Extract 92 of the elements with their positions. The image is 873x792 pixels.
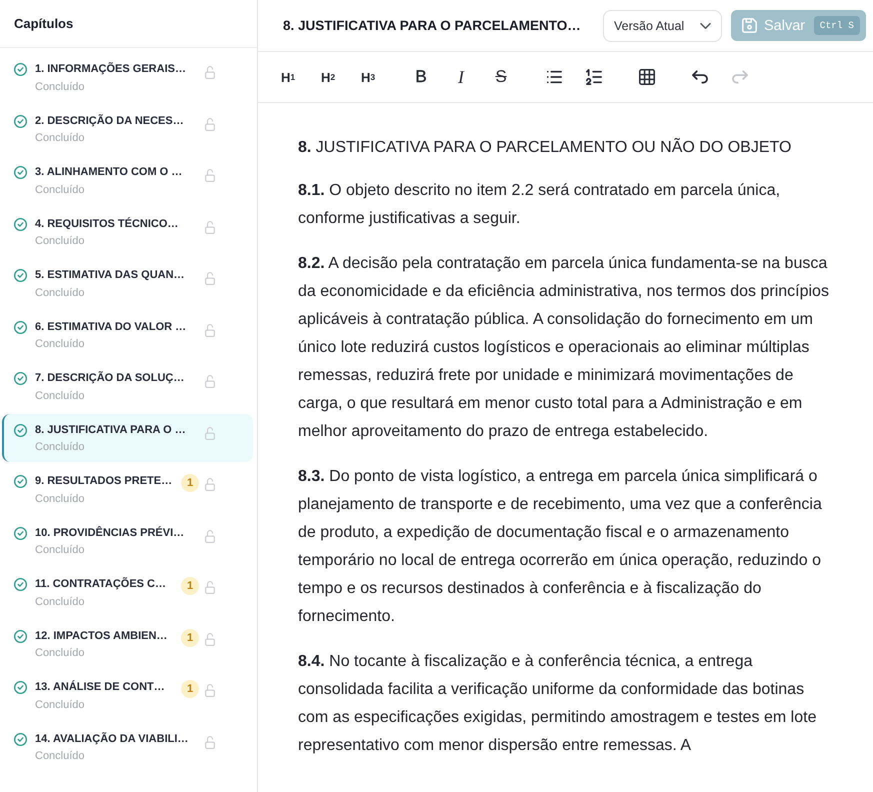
padlock-icon — [205, 530, 215, 542]
chapter-item[interactable]: 5. ESTIMATIVA DAS QUAN… Concluído — [2, 259, 253, 307]
chapter-title: 11. CONTRATAÇÕES C… — [35, 576, 167, 592]
chapter-item[interactable]: 12. IMPACTOS AMBIEN… Concluído 1 — [2, 620, 253, 668]
padlock-icon — [205, 632, 215, 646]
padlock-icon — [205, 220, 215, 234]
padlock-icon — [205, 66, 215, 79]
count-badge: 1 — [181, 680, 199, 698]
sidebar-title: Capítulos — [14, 16, 74, 31]
padlock-icon — [205, 118, 215, 130]
paragraph: 8.2. A decisão pela contratação em parcela única fundamenta-se na busca da economicidade e da eficiência administrativa, nos termos dos princípios aplicáveis à contratação pública. A consolidação do fornecimento em um único lote reduzirá custos logísticos e operacionais ao eliminar múltiplas remessas, reduzirá frete por unidade e minimizará movimentações de carga, o que resultará em menor custo total para a Administração e em melhor aproveitamento do prazo de entrega estabelecido. — [298, 254, 830, 442]
padlock-icon — [205, 736, 215, 748]
chapter-item[interactable]: 6. ESTIMATIVA DO VALOR … Concluído — [2, 310, 253, 358]
chapter-title: 10. PROVIDÊNCIAS PRÉVI… — [35, 525, 186, 540]
padlock-icon — [205, 169, 215, 182]
count-badge: 1 — [181, 628, 199, 646]
chapter-status: Concluído — [35, 337, 86, 352]
chapter-title: 5. ESTIMATIVA DAS QUAN… — [35, 268, 186, 283]
chevron-down-icon — [700, 22, 711, 28]
chapter-title: 12. IMPACTOS AMBIEN… — [35, 628, 168, 644]
chapter-status: Concluído — [35, 646, 86, 661]
chapter-item[interactable]: 2. DESCRIÇÃO DA NECES… Concluído — [2, 104, 253, 152]
redo-icon — [732, 69, 748, 85]
chapter-title: 4. REQUISITOS TÉCNICO… — [35, 216, 180, 232]
chapter-title: 6. ESTIMATIVA DO VALOR … — [35, 320, 188, 334]
shortcut-key: Ctrl S — [814, 16, 860, 35]
chapter-item[interactable]: 7. DESCRIÇÃO DA SOLUÇ… Concluído — [2, 362, 253, 410]
bold-button[interactable]: B — [406, 62, 436, 92]
chapter-item[interactable]: 1. INFORMAÇÕES GERAIS… Concluído — [2, 53, 253, 101]
chapter-status: Concluído — [35, 286, 86, 300]
chapter-item[interactable]: 3. ALINHAMENTO COM O … Concluído — [2, 156, 253, 204]
padlock-icon — [205, 581, 215, 594]
check-circle-icon — [14, 630, 27, 642]
chapter-title: 14. AVALIAÇÃO DA VIABILI… — [35, 731, 190, 746]
check-circle-icon — [14, 475, 27, 488]
document-title: 8. JUSTIFICATIVA PARA O PARCELAMENTO… — [283, 18, 582, 33]
padlock-icon — [205, 684, 215, 697]
chapter-item[interactable]: 11. CONTRATAÇÕES C… Concluído 1 — [2, 568, 253, 616]
check-circle-icon — [14, 526, 27, 540]
check-circle-icon — [14, 114, 27, 128]
chapter-item[interactable]: 10. PROVIDÊNCIAS PRÉVI… Concluído — [2, 516, 253, 564]
chapter-status: Concluído — [35, 594, 86, 610]
document-heading: 8. JUSTIFICATIVA PARA O PARCELAMENTO OU NÃO DO OBJETO — [298, 137, 792, 158]
chapter-status: Concluído — [35, 440, 86, 455]
chapter-item[interactable]: 9. RESULTADOS PRETE… Concluído 1 — [2, 465, 253, 513]
chapter-status: Concluído — [35, 698, 86, 712]
chapter-title: 13. ANÁLISE DE CONT… — [35, 679, 166, 695]
padlock-icon — [205, 426, 215, 440]
count-badge: 1 — [181, 577, 199, 595]
padlock-icon — [205, 478, 215, 491]
chapter-item[interactable]: 13. ANÁLISE DE CONT… Concluído 1 — [2, 671, 253, 719]
padlock-icon — [205, 272, 215, 285]
paragraph: 8.1. O objeto descrito no item 2.2 será contratado em parcela única, conforme justificativas a seguir. — [298, 181, 782, 229]
chapter-status: Concluído — [35, 388, 86, 404]
chapter-title: 1. INFORMAÇÕES GERAIS… — [35, 61, 187, 77]
chapter-status: Concluído — [35, 131, 86, 146]
check-circle-icon — [14, 269, 27, 282]
check-circle-icon — [14, 424, 27, 436]
chapter-status: Concluído — [35, 543, 86, 558]
chapter-status: Concluído — [35, 80, 86, 94]
chapter-status: Concluído — [35, 182, 86, 198]
bullet-list-icon — [546, 69, 562, 85]
chapter-title: 7. DESCRIÇÃO DA SOLUÇ… — [35, 370, 186, 386]
check-circle-icon — [14, 372, 27, 385]
chapter-item[interactable]: 4. REQUISITOS TÉCNICO… Concluído — [2, 208, 253, 256]
check-circle-icon — [14, 320, 27, 334]
chapter-title: 9. RESULTADOS PRETE… — [35, 474, 174, 489]
numbered-list-icon — [586, 69, 602, 85]
table-icon — [639, 69, 655, 85]
undo-icon — [692, 69, 708, 85]
chapter-status: Concluído — [35, 749, 86, 764]
chapter-item[interactable]: 8. JUSTIFICATIVA PARA O … Concluído — [2, 414, 253, 462]
paragraph: 8.4. No tocante à fiscalização e à conferência técnica, a entrega consolidada facilita a verificação uniforme da conformidade das botinas com as especificações exigidas, permitindo amostragem e testes em lote representativo com menor dispersão entre remessas. A — [298, 652, 818, 756]
chapter-title: 8. JUSTIFICATIVA PARA O … — [35, 422, 187, 438]
padlock-icon — [205, 324, 215, 336]
chapter-title: 2. DESCRIÇÃO DA NECES… — [35, 113, 185, 128]
check-circle-icon — [14, 681, 27, 694]
count-badge: 1 — [181, 474, 199, 492]
check-circle-icon — [14, 578, 27, 591]
italic-button[interactable]: I — [446, 62, 476, 92]
padlock-icon — [205, 375, 215, 388]
check-circle-icon — [14, 218, 27, 230]
chapter-status: Concluído — [35, 234, 86, 249]
version-select[interactable]: Versão Atual — [603, 10, 722, 42]
paragraph: 8.3. Do ponto de vista logístico, a entrega em parcela única simplificará o planejamento de transporte e de recebimento, uma vez que a conferência de produto, a expedição de documentação fiscal e o armazenamento temporário no local de entrega ocorrerão em única operação, reduzindo o tempo e os recursos destinados à conferência e à fiscalização do fornecimento. — [298, 467, 823, 627]
chapter-title: 3. ALINHAMENTO COM O … — [35, 165, 184, 180]
check-circle-icon — [14, 63, 27, 76]
chapter-status: Concluído — [35, 492, 86, 506]
check-circle-icon — [14, 166, 27, 179]
check-circle-icon — [14, 732, 27, 746]
strikethrough-button[interactable]: S — [486, 62, 516, 92]
chapter-item[interactable]: 14. AVALIAÇÃO DA VIABILI… Concluído — [2, 722, 253, 770]
